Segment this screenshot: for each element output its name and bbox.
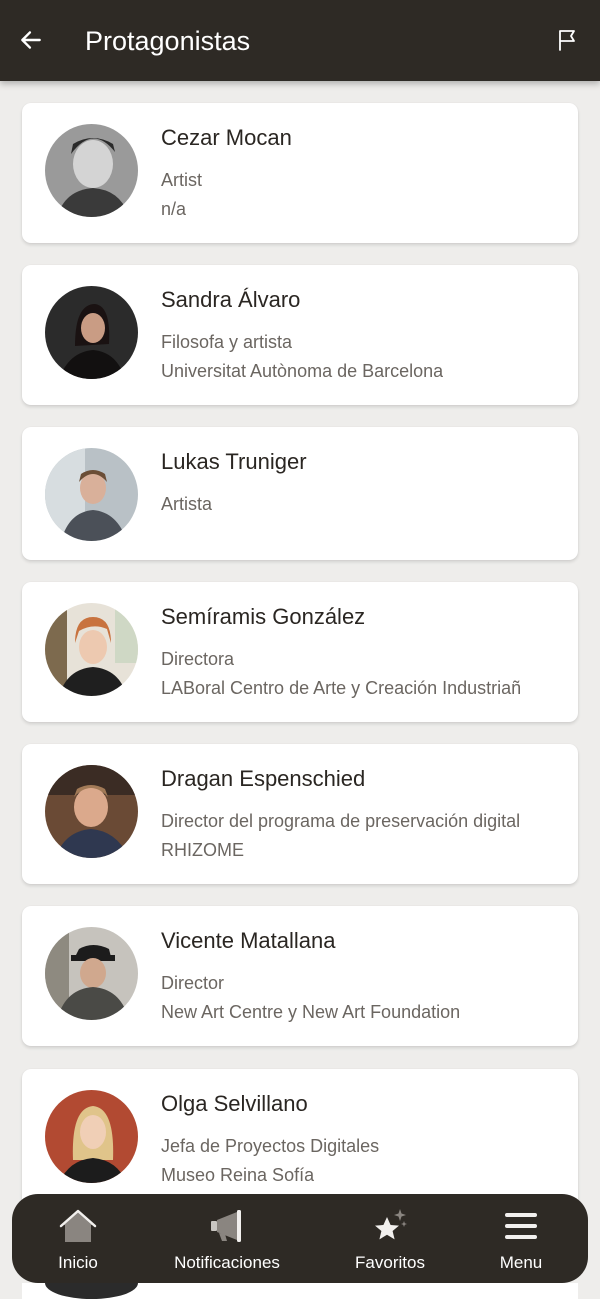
avatar xyxy=(45,1283,138,1299)
person-card[interactable]: Olga Selvillano Jefa de Proyectos Digita… xyxy=(22,1069,578,1209)
avatar xyxy=(45,448,138,541)
person-name: Semíramis González xyxy=(161,604,366,629)
person-name: Lukas Truniger xyxy=(161,449,307,474)
person-card[interactable]: Semíramis González Directora LABoral Cen… xyxy=(22,582,578,722)
avatar xyxy=(45,286,138,379)
nav-favorites[interactable]: Favoritos xyxy=(340,1194,440,1283)
person-role: Directora xyxy=(161,649,235,669)
person-role: Filosofa y artista xyxy=(161,332,293,352)
person-card[interactable]: Cezar Mocan Artist n/a xyxy=(22,103,578,243)
bottom-navigation: Inicio Notificaciones Favoritos Menu xyxy=(12,1194,588,1283)
top-app-bar: Protagonistas xyxy=(0,0,600,81)
page-title: Protagonistas xyxy=(85,26,251,56)
person-organization: Universitat Autònoma de Barcelona xyxy=(161,361,444,381)
person-organization: n/a xyxy=(161,199,187,219)
home-icon xyxy=(59,1209,97,1242)
person-name: Vicente Matallana xyxy=(161,928,336,953)
flag-icon[interactable] xyxy=(556,28,580,52)
nav-menu[interactable]: Menu xyxy=(481,1194,561,1283)
person-role: Artist xyxy=(161,170,203,190)
person-card[interactable]: Vicente Matallana Director New Art Centr… xyxy=(22,906,578,1046)
person-role: Director del programa de preservación di… xyxy=(161,811,521,831)
person-name: Cezar Mocan xyxy=(161,125,292,150)
person-role: Jefa de Proyectos Digitales xyxy=(161,1136,380,1156)
avatar xyxy=(45,927,138,1020)
person-role: Artista xyxy=(161,494,213,514)
person-card-partial xyxy=(22,1283,578,1299)
avatar xyxy=(45,1090,138,1183)
avatar xyxy=(45,765,138,858)
megaphone-icon xyxy=(211,1210,241,1242)
person-role: Director xyxy=(161,973,225,993)
person-card[interactable]: Dragan Espenschied Director del programa… xyxy=(22,744,578,884)
person-card[interactable]: Sandra Álvaro Filosofa y artista Univers… xyxy=(22,265,578,405)
nav-notifications-label: Notificaciones xyxy=(174,1253,280,1272)
person-name: Sandra Álvaro xyxy=(161,287,301,312)
person-organization: RHIZOME xyxy=(161,840,244,860)
person-organization: Museo Reina Sofía xyxy=(161,1165,315,1185)
avatar xyxy=(45,603,138,696)
avatar xyxy=(45,124,138,217)
person-name: Dragan Espenschied xyxy=(161,766,366,791)
person-card[interactable]: Lukas Truniger Artista xyxy=(22,427,578,560)
person-organization: New Art Centre y New Art Foundation xyxy=(161,1002,461,1022)
nav-favorites-label: Favoritos xyxy=(355,1253,425,1272)
arrow-left-icon[interactable] xyxy=(18,27,44,53)
nav-home-label: Inicio xyxy=(58,1253,98,1272)
star-sparkle-icon xyxy=(375,1209,407,1240)
person-name: Olga Selvillano xyxy=(161,1091,308,1116)
hamburger-menu-icon xyxy=(505,1213,537,1239)
nav-menu-label: Menu xyxy=(499,1253,543,1272)
nav-notifications[interactable]: Notificaciones xyxy=(167,1194,287,1283)
person-organization: LABoral Centro de Arte y Creación Indust… xyxy=(161,678,522,698)
nav-home[interactable]: Inicio xyxy=(38,1194,118,1283)
